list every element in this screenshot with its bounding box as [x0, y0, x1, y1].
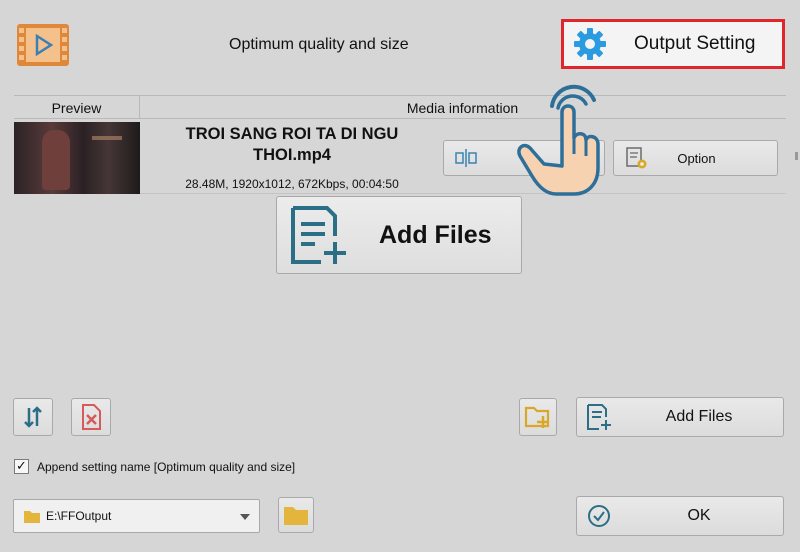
gear-icon — [572, 26, 608, 62]
ok-label: OK — [687, 507, 711, 524]
video-thumbnail — [14, 122, 140, 194]
folder-icon — [283, 504, 309, 526]
preset-title: Optimum quality and size — [229, 36, 409, 53]
delete-button[interactable] — [71, 398, 111, 436]
split-icon — [454, 148, 478, 168]
output-folder-select[interactable]: E:\FFOutput — [13, 499, 260, 533]
chevron-down-icon — [240, 514, 250, 520]
right-scroll-indicator — [795, 152, 798, 160]
delete-file-icon — [78, 403, 104, 431]
append-setting-checkbox[interactable]: ✓ — [14, 458, 29, 474]
file-name: TROI SANG ROI TA DI NGU THOI.mp4 — [185, 125, 399, 164]
add-folder-icon — [524, 404, 552, 430]
add-files-big-label: Add Files — [379, 220, 492, 249]
sort-button[interactable] — [13, 398, 53, 436]
add-files-label: Add Files — [665, 408, 733, 425]
add-folder-button[interactable] — [519, 398, 557, 436]
output-setting-label: Output Setting — [634, 33, 756, 54]
sort-icon — [20, 404, 46, 430]
folder-icon — [23, 509, 41, 524]
add-files-button[interactable]: Add Files — [576, 397, 784, 437]
app-logo — [16, 22, 70, 68]
append-setting-label[interactable]: Append setting name [Optimum quality and… — [37, 460, 295, 474]
option-label: Option — [677, 150, 716, 166]
table-row[interactable]: TROI SANG ROI TA DI NGU THOI.mp4 28.48M,… — [14, 120, 786, 194]
checkmark-icon: ✓ — [16, 458, 27, 473]
option-button[interactable]: Option — [613, 140, 778, 176]
browse-folder-button[interactable] — [278, 497, 314, 533]
ok-button[interactable]: OK — [576, 496, 784, 536]
add-files-big-button[interactable]: Add Files — [276, 196, 522, 274]
pointing-hand-icon — [512, 76, 606, 200]
file-details: 28.48M, 1920x1012, 672Kbps, 00:04:50 — [185, 177, 399, 191]
column-divider — [139, 95, 140, 119]
add-file-icon — [287, 204, 351, 266]
column-header-preview[interactable]: Preview — [14, 100, 139, 116]
output-setting-button[interactable]: Output Setting — [566, 24, 780, 64]
output-folder-path: E:\FFOutput — [46, 509, 112, 523]
